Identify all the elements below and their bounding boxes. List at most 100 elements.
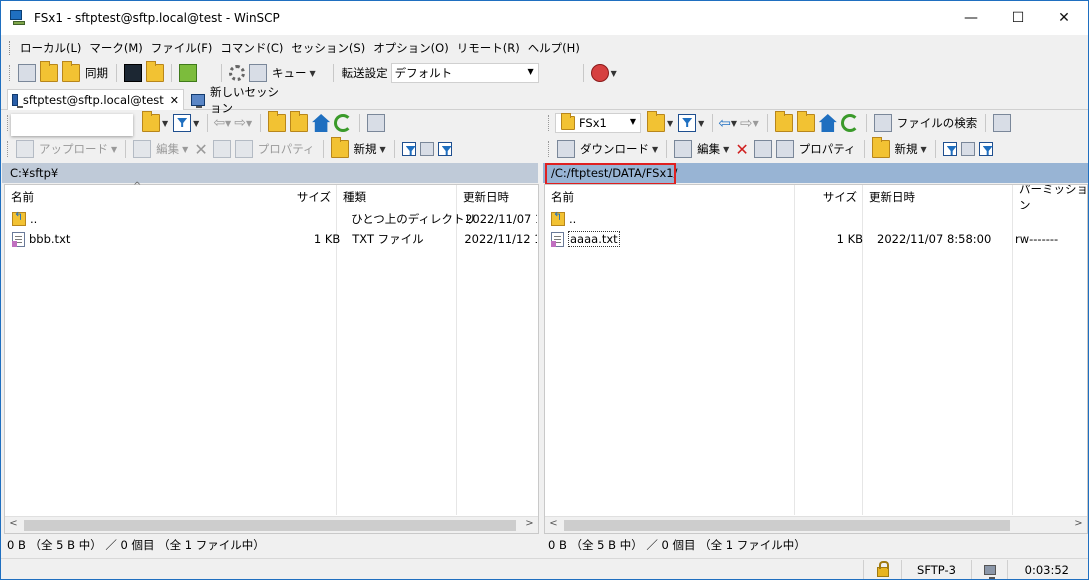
right-col-size[interactable]: サイズ bbox=[795, 185, 861, 209]
preferences-gear-icon[interactable] bbox=[229, 65, 245, 81]
network-status-icon[interactable] bbox=[971, 560, 1007, 579]
filter-icon[interactable] bbox=[173, 114, 192, 132]
upload-icon[interactable] bbox=[16, 140, 34, 158]
select-filter-icon[interactable] bbox=[437, 142, 452, 156]
forward-arrow-icon[interactable]: ⇨ bbox=[740, 114, 753, 132]
download-button[interactable]: ダウンロード bbox=[580, 141, 649, 157]
encryption-lock-icon[interactable] bbox=[863, 560, 901, 579]
properties-button[interactable]: プロパティ bbox=[799, 141, 856, 157]
root-directory-icon[interactable] bbox=[290, 111, 309, 132]
menu-command[interactable]: コマンド(C) bbox=[216, 40, 287, 56]
tree-view-icon[interactable] bbox=[993, 114, 1012, 132]
minimize-button[interactable]: — bbox=[948, 1, 994, 35]
scroll-right-icon[interactable]: > bbox=[521, 518, 538, 533]
new-button[interactable]: 新規 bbox=[895, 141, 918, 157]
chevron-down-icon[interactable]: ▼ bbox=[162, 119, 168, 128]
table-row[interactable]: bbb.txt 1 KB TXT ファイル 2022/11/12 15 bbox=[12, 229, 537, 249]
open-folder-icon[interactable] bbox=[647, 111, 665, 132]
tab-sftptest-session[interactable]: sftptest@sftp.local@test ✕ bbox=[7, 89, 184, 110]
edit-icon[interactable] bbox=[674, 140, 693, 158]
left-col-type[interactable]: 種類 bbox=[337, 185, 457, 209]
right-col-modified[interactable]: 更新日時 bbox=[863, 185, 1013, 209]
new-icon[interactable] bbox=[330, 137, 349, 158]
sync-label[interactable]: 同期 bbox=[85, 65, 108, 81]
upload-button[interactable]: アップロード bbox=[39, 141, 108, 157]
menu-options[interactable]: オプション(O) bbox=[369, 40, 453, 56]
filter-icon[interactable] bbox=[678, 114, 697, 132]
chevron-down-icon[interactable]: ▼ bbox=[652, 145, 658, 154]
right-file-list[interactable]: 名前 サイズ 更新日時 パーミッション .. aaaa.txt 1 KB 202… bbox=[544, 184, 1088, 534]
find-files-button[interactable]: ファイルの検索 bbox=[897, 115, 978, 131]
queue-dropdown-icon[interactable]: ▼ bbox=[310, 69, 316, 78]
select-plus-icon[interactable] bbox=[942, 142, 957, 156]
chevron-down-icon[interactable]: ▼ bbox=[246, 119, 252, 128]
find-files-icon[interactable] bbox=[873, 114, 892, 132]
left-file-list[interactable]: ^ 名前 サイズ 種類 更新日時 .. ひとつ上のディレクトリ 2022/11/… bbox=[4, 181, 539, 534]
compare-directories-icon[interactable] bbox=[18, 64, 36, 82]
queue-icon[interactable] bbox=[249, 64, 267, 82]
forward-arrow-icon[interactable]: ⇨ bbox=[234, 115, 246, 131]
new-button[interactable]: 新規 bbox=[354, 141, 377, 157]
properties-icon[interactable] bbox=[775, 140, 794, 158]
connect-network-icon[interactable] bbox=[590, 64, 609, 82]
chevron-down-icon[interactable]: ▼ bbox=[731, 119, 737, 128]
menu-help[interactable]: ヘルプ(H) bbox=[524, 40, 584, 56]
new-icon[interactable] bbox=[871, 137, 890, 158]
parent-directory-icon[interactable] bbox=[774, 111, 793, 132]
edit-button[interactable]: 編集 bbox=[697, 141, 720, 157]
open-directory-icon[interactable] bbox=[179, 64, 197, 82]
tab-close-icon[interactable]: ✕ bbox=[170, 94, 179, 107]
chevron-down-icon[interactable]: ▼ bbox=[753, 119, 759, 128]
queue-label[interactable]: キュー bbox=[272, 65, 307, 81]
synchronize-browsing-icon[interactable] bbox=[40, 61, 58, 82]
open-folder-icon[interactable] bbox=[142, 111, 160, 132]
menu-mark[interactable]: マーク(M) bbox=[85, 40, 146, 56]
rename-icon[interactable] bbox=[212, 140, 231, 158]
chevron-down-icon[interactable]: ▼ bbox=[698, 119, 704, 128]
remote-folder-select[interactable]: FSx1 ▼ bbox=[555, 113, 641, 133]
chevron-down-icon[interactable]: ▼ bbox=[182, 145, 188, 154]
table-row[interactable]: aaaa.txt 1 KB 2022/11/07 8:58:00 rw-----… bbox=[551, 229, 1086, 249]
scroll-right-icon[interactable]: > bbox=[1070, 518, 1087, 533]
left-col-size[interactable]: サイズ bbox=[275, 185, 335, 209]
menu-grip[interactable] bbox=[9, 41, 12, 55]
chevron-down-icon[interactable]: ▼ bbox=[225, 119, 231, 128]
left-col-modified[interactable]: 更新日時 bbox=[457, 185, 537, 209]
right-col-name[interactable]: 名前 bbox=[545, 185, 795, 209]
chevron-down-icon[interactable]: ▼ bbox=[921, 145, 927, 154]
close-button[interactable]: ✕ bbox=[1041, 1, 1087, 35]
edit-icon[interactable] bbox=[133, 140, 152, 158]
menu-remote[interactable]: リモート(R) bbox=[453, 40, 524, 56]
edit-button[interactable]: 編集 bbox=[156, 141, 179, 157]
delete-icon[interactable]: ✕ bbox=[735, 140, 748, 159]
home-icon[interactable] bbox=[818, 114, 837, 132]
scroll-thumb[interactable] bbox=[24, 520, 516, 531]
select-filter-icon[interactable] bbox=[978, 142, 993, 156]
scroll-left-icon[interactable]: < bbox=[5, 518, 22, 533]
back-arrow-icon[interactable]: ⇦ bbox=[718, 114, 731, 132]
chevron-down-icon[interactable]: ▼ bbox=[193, 119, 199, 128]
select-plus-icon[interactable] bbox=[401, 142, 416, 156]
putty-icon[interactable] bbox=[146, 61, 164, 82]
home-icon[interactable] bbox=[312, 114, 331, 132]
menu-file[interactable]: ファイル(F) bbox=[147, 40, 217, 56]
connect-dropdown-icon[interactable]: ▼ bbox=[611, 69, 617, 78]
select-minus-icon[interactable] bbox=[960, 142, 975, 156]
scroll-thumb[interactable] bbox=[564, 520, 1010, 531]
table-row[interactable]: .. ひとつ上のディレクトリ 2022/11/07 14 bbox=[12, 209, 537, 229]
download-icon[interactable] bbox=[557, 140, 575, 158]
right-horizontal-scrollbar[interactable]: < > bbox=[545, 516, 1087, 533]
left-col-name[interactable]: 名前 bbox=[5, 185, 275, 209]
left-horizontal-scrollbar[interactable]: < > bbox=[5, 516, 538, 533]
chevron-down-icon[interactable]: ▼ bbox=[111, 145, 117, 154]
menu-local[interactable]: ローカル(L) bbox=[16, 40, 85, 56]
scroll-left-icon[interactable]: < bbox=[545, 518, 562, 533]
table-row[interactable]: .. bbox=[551, 209, 1086, 229]
tab-new-session[interactable]: 新しいセッション bbox=[187, 85, 293, 115]
root-directory-icon[interactable] bbox=[796, 111, 815, 132]
synchronize-icon[interactable] bbox=[62, 61, 80, 82]
rename-icon[interactable] bbox=[753, 140, 772, 158]
chevron-down-icon[interactable]: ▼ bbox=[667, 119, 673, 128]
menu-session[interactable]: セッション(S) bbox=[287, 40, 369, 56]
delete-icon[interactable]: ✕ bbox=[194, 140, 207, 159]
